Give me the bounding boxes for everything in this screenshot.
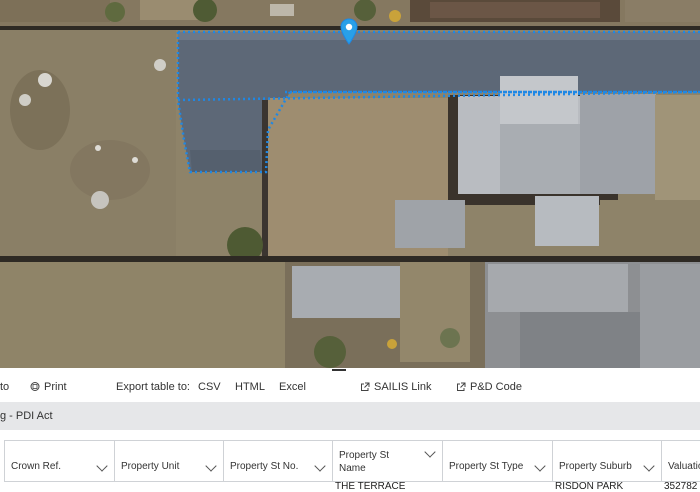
chevron-down-icon[interactable]	[534, 460, 546, 472]
sailis-link-button[interactable]: SAILIS Link	[360, 381, 431, 394]
chevron-down-icon[interactable]	[643, 460, 655, 472]
column-header-label: Property St Name	[339, 450, 390, 474]
pd-code-label: P&D Code	[470, 381, 522, 393]
print-button[interactable]: Print	[30, 381, 67, 394]
column-header-property-st-name[interactable]: Property St Name	[333, 440, 443, 482]
chevron-down-icon[interactable]	[205, 460, 217, 472]
column-header-valuation[interactable]: Valuatio	[662, 440, 700, 482]
export-html-link[interactable]: HTML	[235, 381, 265, 394]
column-header-label: Property St Type	[449, 461, 524, 472]
column-header-property-st-type[interactable]: Property St Type	[443, 440, 553, 482]
chevron-down-icon[interactable]	[314, 460, 326, 472]
chevron-down-icon[interactable]	[424, 446, 436, 458]
export-label: Export table to:	[116, 381, 190, 393]
cell-street-name: THE TERRACE	[335, 482, 406, 492]
column-header-property-suburb[interactable]: Property Suburb	[553, 440, 662, 482]
column-header-label: Valuatio	[668, 461, 700, 472]
column-header-property-unit[interactable]: Property Unit	[115, 440, 224, 482]
property-table: Crown Ref. Property Unit Property St No.…	[0, 440, 700, 492]
cell-suburb: RISDON PARK	[555, 482, 624, 492]
print-icon	[30, 382, 40, 391]
column-header-label: Crown Ref.	[11, 461, 62, 472]
section-title: g - PDI Act	[0, 410, 53, 422]
export-csv-link[interactable]: CSV	[198, 381, 221, 394]
column-header-label: Property Suburb	[559, 461, 632, 472]
print-label: Print	[44, 381, 67, 393]
location-pin-icon[interactable]	[339, 18, 359, 46]
column-header-label: Property St No.	[230, 461, 299, 472]
table-toolbar: to Print Export table to: CSV HTML Excel…	[0, 372, 700, 402]
column-header-crown-ref[interactable]: Crown Ref.	[4, 440, 115, 482]
toolbar-partial-label: to	[0, 381, 10, 393]
column-header-label: Property Unit	[121, 461, 180, 472]
panel-resize-handle[interactable]	[332, 369, 346, 371]
cell-valuation: 352782	[664, 482, 698, 492]
column-header-property-st-no[interactable]: Property St No.	[224, 440, 333, 482]
aerial-imagery	[0, 0, 700, 368]
chevron-down-icon[interactable]	[96, 460, 108, 472]
external-link-icon	[361, 382, 370, 391]
aerial-map[interactable]	[0, 0, 700, 368]
sailis-link-label: SAILIS Link	[374, 381, 432, 393]
section-header: g - PDI Act	[0, 402, 700, 430]
pd-code-button[interactable]: P&D Code	[456, 381, 522, 394]
external-link-icon	[457, 382, 466, 391]
export-excel-link[interactable]: Excel	[279, 381, 306, 394]
